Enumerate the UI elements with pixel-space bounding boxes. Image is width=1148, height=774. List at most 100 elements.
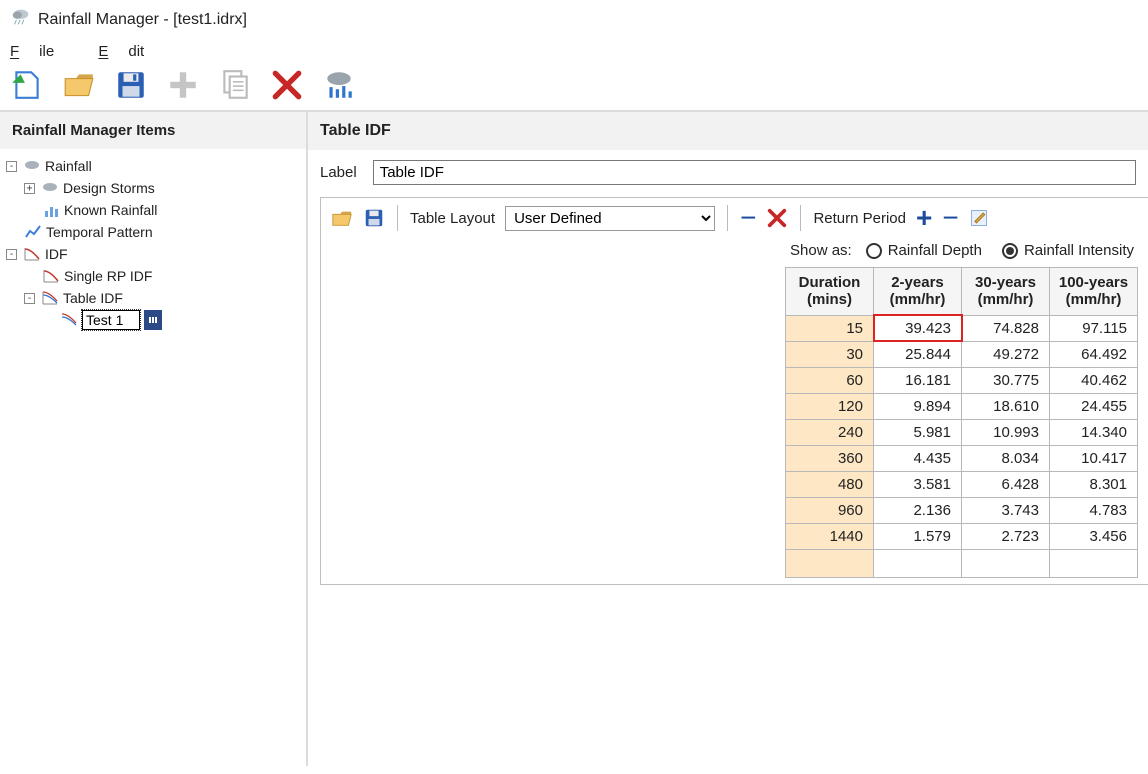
value-cell[interactable]: 3.581 (874, 471, 962, 497)
remove-duration-button[interactable]: − (740, 204, 756, 232)
value-cell[interactable]: 97.115 (1050, 315, 1138, 341)
delete-row-icon[interactable] (766, 207, 788, 229)
value-cell[interactable]: 10.993 (962, 419, 1050, 445)
value-cell[interactable]: 24.455 (1050, 393, 1138, 419)
value-cell[interactable]: 6.428 (962, 471, 1050, 497)
value-cell[interactable]: 3.743 (962, 497, 1050, 523)
value-cell[interactable]: 4.435 (874, 445, 962, 471)
delete-x-icon[interactable] (270, 68, 304, 102)
save-icon[interactable] (363, 207, 385, 229)
tree-rename-input[interactable] (82, 310, 140, 330)
chart-line-icon (24, 223, 42, 241)
show-as-label: Show as: (790, 242, 852, 259)
copy-icon[interactable] (218, 68, 252, 102)
value-cell[interactable]: 3.456 (1050, 523, 1138, 549)
table-row[interactable] (786, 549, 1138, 577)
rename-handle-icon[interactable] (144, 310, 162, 330)
value-cell[interactable]: 5.981 (874, 419, 962, 445)
new-file-icon[interactable] (10, 68, 44, 102)
value-cell[interactable]: 4.783 (1050, 497, 1138, 523)
table-row[interactable]: 3604.4358.03410.417 (786, 445, 1138, 471)
table-row[interactable]: 3025.84449.27264.492 (786, 341, 1138, 367)
value-cell[interactable]: 18.610 (962, 393, 1050, 419)
value-cell[interactable]: 39.423 (874, 315, 962, 341)
value-cell[interactable] (962, 549, 1050, 577)
value-cell[interactable]: 10.417 (1050, 445, 1138, 471)
value-cell[interactable]: 64.492 (1050, 341, 1138, 367)
value-cell[interactable]: 8.034 (962, 445, 1050, 471)
value-cell[interactable]: 2.723 (962, 523, 1050, 549)
tree-node-design-storms[interactable]: Design Storms (63, 178, 155, 198)
table-row[interactable]: 1539.42374.82897.115 (786, 315, 1138, 341)
add-icon[interactable] (166, 68, 200, 102)
menu-edit[interactable]: Edit (98, 43, 164, 60)
tree: - Rainfall + Design Storms Known Rainfal… (0, 149, 306, 337)
value-cell[interactable]: 9.894 (874, 393, 962, 419)
sub-toolbar: Table Layout User Defined − Return Perio… (331, 204, 1138, 232)
table-header: 30-years(mm/hr) (962, 268, 1050, 316)
duration-cell[interactable]: 960 (786, 497, 874, 523)
tree-toggle[interactable]: + (24, 183, 35, 194)
chart-curve-icon (42, 267, 60, 285)
tree-node-temporal-pattern[interactable]: Temporal Pattern (46, 222, 153, 242)
return-period-label: Return Period (813, 210, 906, 227)
rainfall-chart-icon[interactable] (322, 68, 356, 102)
value-cell[interactable]: 40.462 (1050, 367, 1138, 393)
value-cell[interactable] (874, 549, 962, 577)
cloud-icon (41, 179, 59, 197)
cloud-icon (23, 157, 41, 175)
value-cell[interactable]: 16.181 (874, 367, 962, 393)
chart-curves-icon (41, 289, 59, 307)
value-cell[interactable]: 74.828 (962, 315, 1050, 341)
value-cell[interactable]: 2.136 (874, 497, 962, 523)
table-layout-select[interactable]: User Defined (505, 206, 715, 231)
tree-node-single-rp-idf[interactable]: Single RP IDF (64, 266, 152, 286)
duration-cell[interactable]: 360 (786, 445, 874, 471)
duration-cell[interactable]: 1440 (786, 523, 874, 549)
value-cell[interactable]: 1.579 (874, 523, 962, 549)
value-cell[interactable]: 14.340 (1050, 419, 1138, 445)
value-cell[interactable]: 8.301 (1050, 471, 1138, 497)
value-cell[interactable]: 25.844 (874, 341, 962, 367)
tree-toggle[interactable]: - (6, 161, 17, 172)
table-layout-label: Table Layout (410, 210, 495, 227)
value-cell[interactable] (1050, 549, 1138, 577)
radio-rainfall-intensity[interactable]: Rainfall Intensity (1002, 242, 1134, 259)
tree-toggle[interactable]: - (24, 293, 35, 304)
table-row[interactable]: 14401.5792.7233.456 (786, 523, 1138, 549)
table-row[interactable]: 6016.18130.77540.462 (786, 367, 1138, 393)
table-row[interactable]: 1209.89418.61024.455 (786, 393, 1138, 419)
remove-return-period-button[interactable]: − (942, 204, 958, 232)
add-return-period-button[interactable]: + (916, 204, 932, 232)
table-header: 2-years(mm/hr) (874, 268, 962, 316)
radio-rainfall-depth[interactable]: Rainfall Depth (866, 242, 982, 259)
open-folder-icon[interactable] (62, 68, 96, 102)
tree-node-rainfall[interactable]: Rainfall (45, 156, 92, 176)
duration-cell[interactable]: 480 (786, 471, 874, 497)
label-caption: Label (320, 164, 357, 181)
tree-node-idf[interactable]: IDF (45, 244, 68, 264)
main-header: Table IDF (308, 112, 1148, 150)
bars-icon (42, 201, 60, 219)
duration-cell[interactable]: 15 (786, 315, 874, 341)
duration-cell[interactable]: 120 (786, 393, 874, 419)
table-row[interactable]: 4803.5816.4288.301 (786, 471, 1138, 497)
value-cell[interactable]: 49.272 (962, 341, 1050, 367)
window-title: Rainfall Manager - [test1.idrx] (38, 11, 247, 29)
duration-cell[interactable]: 30 (786, 341, 874, 367)
open-folder-icon[interactable] (331, 207, 353, 229)
duration-cell[interactable] (786, 549, 874, 577)
tree-node-known-rainfall[interactable]: Known Rainfall (64, 200, 157, 220)
menu-file[interactable]: File (10, 43, 74, 60)
edit-return-period-icon[interactable] (969, 208, 989, 228)
label-input[interactable] (373, 160, 1136, 185)
idf-table[interactable]: Duration(mins)2-years(mm/hr)30-years(mm/… (785, 267, 1138, 578)
tree-node-table-idf[interactable]: Table IDF (63, 288, 123, 308)
save-icon[interactable] (114, 68, 148, 102)
table-row[interactable]: 9602.1363.7434.783 (786, 497, 1138, 523)
tree-toggle[interactable]: - (6, 249, 17, 260)
value-cell[interactable]: 30.775 (962, 367, 1050, 393)
duration-cell[interactable]: 240 (786, 419, 874, 445)
table-row[interactable]: 2405.98110.99314.340 (786, 419, 1138, 445)
duration-cell[interactable]: 60 (786, 367, 874, 393)
